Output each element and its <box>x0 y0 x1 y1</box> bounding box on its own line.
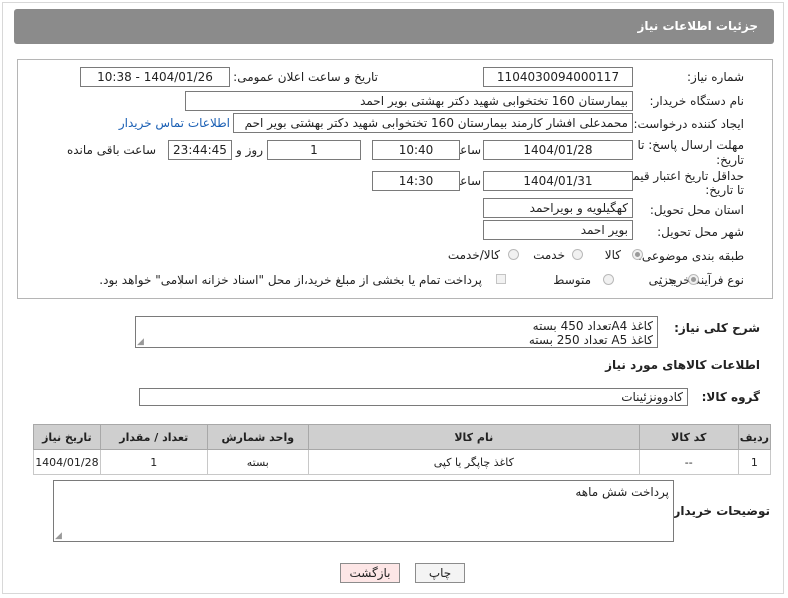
cell-item-name: کاغذ چاپگر یا کپی <box>307 449 640 475</box>
category-service-label: خدمت <box>533 248 565 262</box>
delivery-province-field[interactable]: کهگیلویه و بویراحمد <box>483 198 633 218</box>
category-label: طبقه بندی موضوعی: <box>637 249 744 263</box>
remaining-days-field[interactable]: 1 <box>267 140 361 160</box>
response-deadline-label: مهلت ارسال پاسخ: تا <box>637 138 744 152</box>
delivery-city-field[interactable]: بویر احمد <box>483 220 633 240</box>
response-date-field[interactable]: 1404/01/28 <box>483 140 633 160</box>
price-validity-time-field[interactable]: 14:30 <box>372 171 460 191</box>
response-time-field[interactable]: 10:40 <box>372 140 460 160</box>
response-deadline-label-2: تاریخ: <box>716 153 744 167</box>
cell-quantity: 1 <box>99 449 208 475</box>
announce-datetime-label: تاریخ و ساعت اعلان عمومی: <box>233 70 378 84</box>
col-item-name: نام کالا <box>307 424 640 450</box>
print-button[interactable]: چاپ <box>415 563 465 583</box>
back-button[interactable]: بازگشت <box>340 563 400 583</box>
price-validity-label-2: تا تاریخ: <box>705 183 744 197</box>
col-quantity: تعداد / مقدار <box>99 424 208 450</box>
buyer-notes-label: توضیحات خریدار: <box>668 504 770 518</box>
price-validity-label: حداقل تاریخ اعتبار قیمت: <box>617 169 744 183</box>
category-service-radio[interactable] <box>572 249 583 260</box>
buyer-contact-link[interactable]: اطلاعات تماس خریدار <box>119 116 230 130</box>
buyer-org-label: نام دستگاه خریدار: <box>649 94 745 108</box>
days-label: روز و <box>236 143 263 157</box>
purchase-type-medium-label: متوسط <box>553 273 591 287</box>
goods-section-title: اطلاعات کالاهای مورد نیاز <box>605 358 760 372</box>
need-number-label: شماره نیاز: <box>687 70 744 84</box>
requester-field[interactable]: محمدعلی افشار کارمند بیمارستان 160 تختخو… <box>233 113 633 133</box>
category-goods-service-radio[interactable] <box>508 249 519 260</box>
col-row-number: ردیف <box>737 424 772 450</box>
goods-table-header: ردیف کد کالا نام کالا واحد شمارش تعداد /… <box>33 424 772 450</box>
description-line-2: کاغذ A5 تعداد 250 بسته <box>528 333 653 347</box>
category-goods-service-label: کالا/خدمت <box>447 248 500 262</box>
treasury-payment-note: پرداخت تمام یا بخشی از مبلغ خرید،از محل … <box>99 273 482 287</box>
announce-datetime-field[interactable]: 1404/01/26 - 10:38 <box>80 67 230 87</box>
description-field[interactable]: کاغذ A4تعداد 450 بسته کاغذ A5 تعداد 250 … <box>135 316 658 348</box>
treasury-payment-checkbox[interactable] <box>496 274 506 284</box>
buyer-notes-field[interactable]: پرداخت شش ماهه ◢ <box>53 480 674 542</box>
buyer-org-field[interactable]: بیمارستان 160 تختخوابی شهید دکتر بهشتی ب… <box>185 91 633 111</box>
description-label: شرح کلی نیاز: <box>674 321 760 335</box>
cell-item-code: -- <box>638 449 739 475</box>
resize-grip-icon[interactable]: ◢ <box>137 337 144 347</box>
panel-title: جزئیات اطلاعات نیاز <box>637 19 758 33</box>
delivery-province-label: استان محل تحویل: <box>649 203 744 217</box>
resize-grip-icon[interactable]: ◢ <box>55 531 62 541</box>
remaining-time-label: ساعت باقی مانده <box>66 143 156 157</box>
col-item-code: کد کالا <box>638 424 739 450</box>
table-row[interactable]: 1 -- کاغذ چاپگر یا کپی بسته 1 1404/01/28 <box>33 449 772 475</box>
description-line-1: کاغذ A4تعداد 450 بسته <box>532 319 653 333</box>
remaining-time-field[interactable]: 23:44:45 <box>168 140 232 160</box>
cell-need-date: 1404/01/28 <box>33 449 101 475</box>
goods-group-label: گروه کالا: <box>701 390 760 404</box>
buyer-notes-text: پرداخت شش ماهه <box>575 485 669 499</box>
requester-label: ایجاد کننده درخواست: <box>633 117 744 131</box>
panel-header: جزئیات اطلاعات نیاز <box>14 9 774 44</box>
need-number-field[interactable]: 1104030094000117 <box>483 67 633 87</box>
cell-row-number: 1 <box>737 449 772 475</box>
category-goods-radio[interactable] <box>632 249 643 260</box>
price-validity-date-field[interactable]: 1404/01/31 <box>483 171 633 191</box>
col-need-date: تاریخ نیاز <box>33 424 101 450</box>
col-unit: واحد شمارش <box>206 424 309 450</box>
goods-table: ردیف کد کالا نام کالا واحد شمارش تعداد /… <box>33 424 772 475</box>
category-goods-label: کالا <box>604 248 621 262</box>
purchase-type-minor-label: جزیی <box>648 273 676 287</box>
purchase-type-medium-radio[interactable] <box>603 274 614 285</box>
purchase-type-minor-radio[interactable] <box>688 274 699 285</box>
delivery-city-label: شهر محل تحویل: <box>657 225 744 239</box>
cell-unit: بسته <box>206 449 309 475</box>
goods-group-field[interactable]: کادوونزئینات <box>139 388 688 406</box>
